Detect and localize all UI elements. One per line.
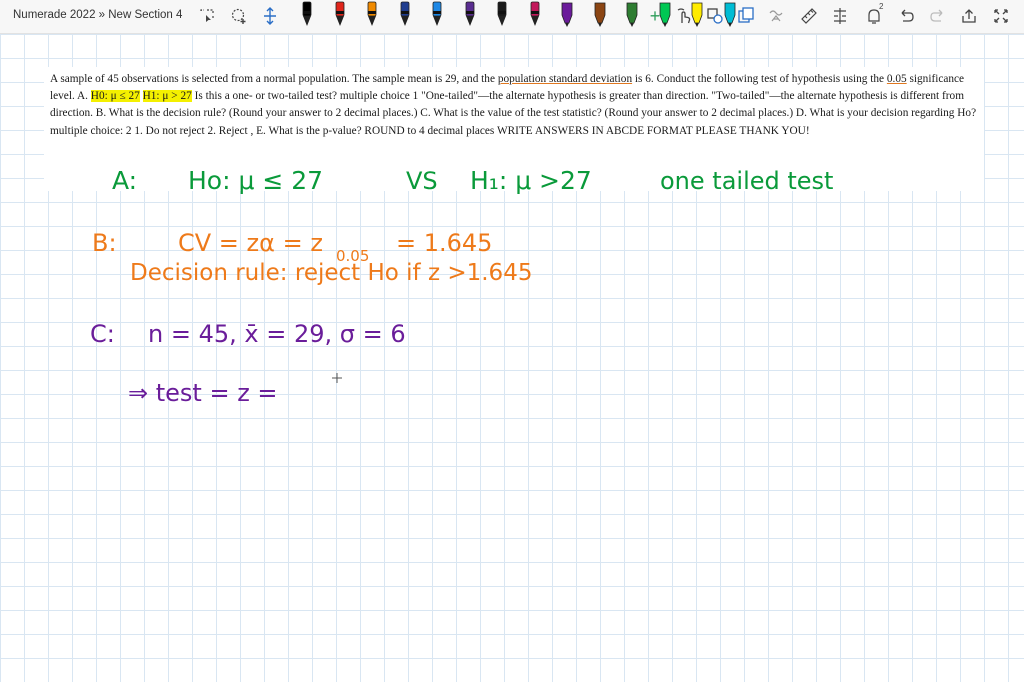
share-icon[interactable] <box>958 4 980 28</box>
convert-icon[interactable] <box>735 4 757 28</box>
line-b-label: B: <box>92 229 117 257</box>
pen-icon[interactable] <box>426 1 448 26</box>
line-a-vs: VS <box>406 167 438 195</box>
line-b-cv: CV = zα = z <box>178 229 323 257</box>
note-canvas[interactable]: A sample of 45 observations is selected … <box>0 34 1024 682</box>
pen-icon[interactable] <box>491 1 513 26</box>
pen-icon[interactable] <box>361 1 383 26</box>
math-icon[interactable] <box>829 4 851 28</box>
insert-space-icon[interactable] <box>259 4 281 28</box>
line-a-h0: Ho: μ ≤ 27 <box>188 166 323 195</box>
plus-icon[interactable]: + <box>644 4 666 28</box>
notification-icon[interactable]: 2 <box>863 2 885 28</box>
line-a-label: A: <box>112 166 137 195</box>
finger-draw-icon[interactable] <box>673 4 695 28</box>
undo-icon[interactable] <box>895 4 917 28</box>
ink-to-math-icon[interactable] <box>766 4 788 28</box>
lasso-select-icon[interactable] <box>196 4 218 28</box>
window-title: Numerade 2022 » New Section 4 <box>13 9 183 21</box>
pen-icon[interactable] <box>556 2 578 27</box>
handwriting-layer: A: Ho: μ ≤ 27 VS H₁: μ >27 one tailed te… <box>90 166 833 407</box>
add-space-icon[interactable] <box>228 4 250 28</box>
pen-icon[interactable] <box>621 2 643 27</box>
pen-icon[interactable] <box>459 1 481 26</box>
pen-icon[interactable] <box>394 1 416 26</box>
pen-icon[interactable] <box>589 2 611 27</box>
pen-icon[interactable] <box>524 1 546 26</box>
pen-icon[interactable] <box>329 1 351 26</box>
line-c-values: n = 45, x̄ = 29, σ = 6 <box>148 320 406 348</box>
cursor-icon <box>332 373 342 383</box>
ruler-icon[interactable] <box>798 4 820 28</box>
notification-count: 2 <box>879 2 884 11</box>
toolbar: Numerade 2022 » New Section 4 + 2 <box>0 0 1024 34</box>
line-b-value: = 1.645 <box>396 229 492 257</box>
line-c-label: C: <box>90 320 115 348</box>
line-a-h1: H₁: μ >27 <box>470 166 592 195</box>
fullscreen-icon[interactable] <box>990 4 1012 28</box>
decision-rule: Decision rule: reject Ho if z >1.645 <box>130 260 532 286</box>
shapes-icon[interactable] <box>704 4 726 28</box>
line-a-note: one tailed test <box>660 167 833 195</box>
pen-icon[interactable] <box>296 1 318 26</box>
test-statistic-line: ⇒ test = z = <box>128 379 278 407</box>
redo-icon[interactable] <box>927 4 949 28</box>
